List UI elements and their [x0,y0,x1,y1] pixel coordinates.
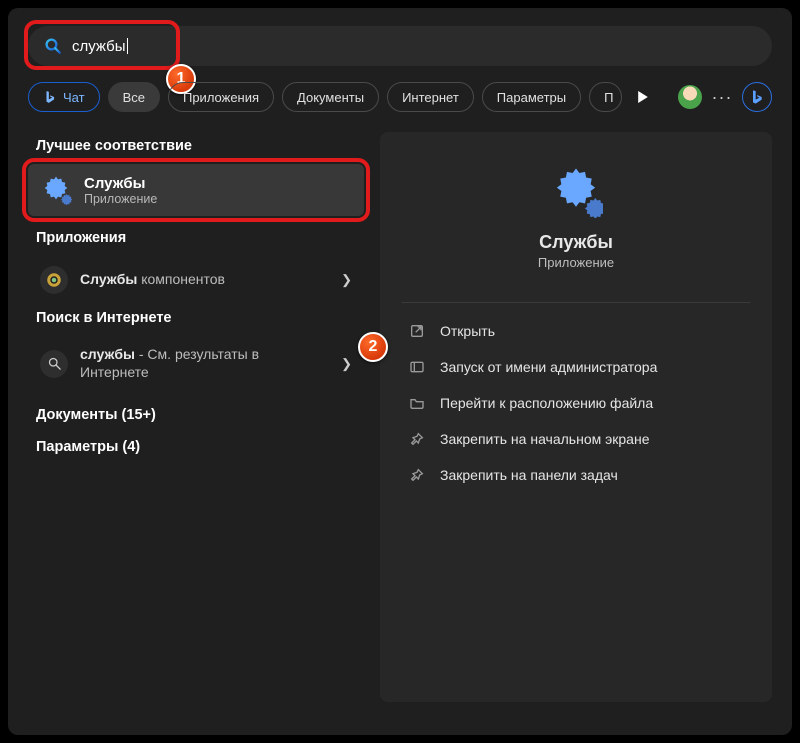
component-services-icon [40,266,68,294]
documents-header[interactable]: Документы (15+) [36,407,364,423]
results-columns: Лучшее соответствие С [28,132,772,702]
chevron-right-icon: ❯ [341,356,352,372]
results-left-panel: Лучшее соответствие С [28,132,364,702]
web-result-label: службы - См. результаты в Интернете [80,346,329,381]
text-caret [127,38,128,54]
search-icon [44,37,62,55]
best-match-title: Службы [84,175,157,192]
details-subtitle: Приложение [538,255,614,270]
bing-icon [43,90,57,104]
chip-label: Параметры [497,90,566,105]
apps-header: Приложения [36,230,364,246]
chip-label: П [604,90,613,105]
chip-label: Все [123,90,145,105]
action-label: Закрепить на начальном экране [440,431,650,447]
action-label: Запуск от имени администратора [440,359,657,375]
bing-chat-button[interactable] [742,82,772,112]
action-label: Открыть [440,323,495,339]
chip-all[interactable]: Все [108,82,160,112]
web-result-item[interactable]: службы - См. результаты в Интернете ❯ [28,336,364,391]
search-input[interactable]: службы [28,26,772,66]
chip-internet[interactable]: Интернет [387,82,474,112]
gear-icon [549,164,603,218]
search-bar-container: службы 1 [28,26,772,66]
chip-label: Интернет [402,90,459,105]
web-search-header: Поиск в Интернете [36,310,364,326]
annotation-highlight-2 [22,158,370,222]
details-panel: Службы Приложение Открыть Запуск от имен… [380,132,772,702]
scroll-right-button[interactable] [630,84,656,110]
action-pin-to-taskbar[interactable]: Закрепить на панели задач [402,457,750,493]
chip-documents[interactable]: Документы [282,82,379,112]
chip-settings-filter[interactable]: Параметры [482,82,581,112]
search-query-text: службы [72,38,126,55]
user-avatar[interactable] [678,85,702,109]
pin-icon [408,466,426,484]
best-match-header: Лучшее соответствие [36,138,364,154]
action-run-as-admin[interactable]: Запуск от имени администратора [402,349,750,385]
chevron-right-icon: ❯ [341,272,352,288]
shield-icon [408,358,426,376]
settings-header[interactable]: Параметры (4) [36,439,364,455]
best-match-subtitle: Приложение [84,192,157,206]
chip-truncated[interactable]: П [589,82,622,112]
details-hero: Службы Приложение [402,152,750,288]
chip-chat[interactable]: Чат [28,82,100,112]
action-open[interactable]: Открыть [402,313,750,349]
chip-label: Документы [297,90,364,105]
chip-label: Приложения [183,90,259,105]
apps-result-label: Службы компонентов [80,271,329,289]
gear-icon [40,174,72,206]
action-label: Перейти к расположению файла [440,395,653,411]
search-window: службы 1 Чат Все Приложения Документы Ин… [8,8,792,735]
folder-icon [408,394,426,412]
search-icon [40,350,68,378]
action-open-file-location[interactable]: Перейти к расположению файла [402,385,750,421]
pin-icon [408,430,426,448]
open-icon [408,322,426,340]
more-options-button[interactable]: ··· [710,87,734,108]
chip-apps[interactable]: Приложения [168,82,274,112]
filter-chips-row: Чат Все Приложения Документы Интернет Па… [28,80,772,114]
divider [402,302,750,303]
action-pin-to-start[interactable]: Закрепить на начальном экране [402,421,750,457]
details-title: Службы [539,232,613,253]
action-label: Закрепить на панели задач [440,467,618,483]
best-match-item[interactable]: Службы Приложение [28,164,364,216]
best-match-texts: Службы Приложение [84,175,157,206]
apps-result-item[interactable]: Службы компонентов ❯ [28,256,364,304]
chip-label: Чат [63,90,85,105]
